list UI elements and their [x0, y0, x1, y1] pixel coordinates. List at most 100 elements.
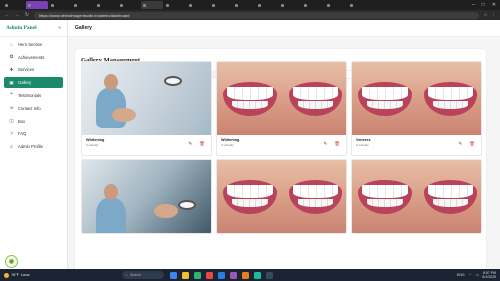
browser-tab[interactable]: [49, 1, 71, 9]
sidebar-item-achievements[interactable]: ✪ Achievements: [4, 52, 63, 63]
image-icon: ▣: [9, 79, 14, 85]
favicon-icon: [51, 3, 54, 7]
sidebar-item-label: Testimonials: [18, 92, 42, 98]
favicon-icon: [28, 3, 31, 7]
gallery-item-card: Whitening 0 subsidy ✎ 🗑: [216, 61, 347, 156]
page-header-title: Gallery: [75, 25, 92, 31]
sidebar-item-hero-section[interactable]: ⌂ Hero Section: [4, 39, 63, 50]
favicon-icon: [235, 3, 238, 7]
bookmark-icon[interactable]: ☆: [483, 12, 487, 18]
sidebar-header: Admin Panel «: [0, 20, 67, 37]
favicon-icon: [189, 3, 192, 7]
system-tray: ENG ◠ ◁ 8:57 PM 6/1/2025: [457, 271, 496, 279]
windows-taskbar: 76°F Luna ⌕ Search ENG ◠ ◁ 8:57 PM 6/1/2…: [0, 269, 500, 281]
delete-icon[interactable]: 🗑: [334, 141, 340, 147]
favicon-icon: [97, 3, 100, 7]
maximize-icon[interactable]: □: [482, 2, 485, 8]
chrome-icon[interactable]: [206, 271, 213, 279]
sidebar-item-contact-info[interactable]: ☏ Contact Info: [4, 103, 63, 114]
smile-image: [352, 62, 481, 135]
sidebar-item-label: Services: [18, 67, 35, 73]
services-icon: ✚: [9, 66, 14, 72]
edit-icon[interactable]: ✎: [324, 141, 328, 147]
award-icon: ✪: [9, 54, 14, 60]
browser-tab[interactable]: [26, 1, 48, 9]
minimize-icon[interactable]: –: [472, 2, 475, 8]
gallery-item-card: Veneers 0 subsidy ✎ 🗑: [351, 61, 482, 156]
browser-tab[interactable]: [256, 1, 278, 9]
app-icon[interactable]: [254, 271, 261, 279]
browser-tab[interactable]: [302, 1, 324, 9]
reload-icon[interactable]: ↻: [24, 12, 30, 18]
sidebar-item-services[interactable]: ✚ Services: [4, 64, 63, 75]
sidebar-item-gallery[interactable]: ▣ Gallery: [4, 77, 63, 89]
browser-tab[interactable]: [3, 1, 25, 9]
question-icon: ?: [10, 131, 13, 137]
sidebar-item-testimonials[interactable]: ❝ Testimonials: [4, 90, 63, 101]
home-icon: ⌂: [10, 41, 13, 47]
clock-date: 6/1/2025: [482, 275, 496, 279]
browser-tab[interactable]: [118, 1, 140, 9]
comment-icon: ❝: [10, 92, 13, 98]
vscode-icon[interactable]: [218, 271, 225, 279]
language-indicator[interactable]: ENG: [457, 273, 465, 277]
taskbar-search[interactable]: ⌕ Search: [122, 271, 164, 279]
weather-widget[interactable]: 76°F Luna: [4, 272, 64, 278]
browser-tab[interactable]: [325, 1, 347, 9]
app-icon[interactable]: [266, 271, 273, 279]
favicon-icon: [258, 3, 261, 7]
smile-image: [217, 160, 346, 233]
main-content: Gallery Management Categories/Tabs Galle…: [68, 37, 500, 269]
url-field[interactable]: https://www.dentalmagentsuite.in/admin/d…: [34, 11, 480, 19]
browser-tab[interactable]: [164, 1, 186, 9]
app-icon[interactable]: [230, 271, 237, 279]
close-icon[interactable]: ✕: [492, 2, 496, 8]
edit-icon[interactable]: ✎: [189, 141, 193, 147]
gallery-item-actions: ✎ 🗑: [459, 141, 476, 147]
dentist-image: [82, 62, 211, 135]
sidebar-item-label: FAQ: [18, 131, 27, 137]
gallery-item-card: [81, 159, 212, 234]
phone-icon: ☏: [9, 105, 15, 111]
clock[interactable]: 8:57 PM 6/1/2025: [482, 271, 496, 279]
volume-icon[interactable]: ◁: [476, 273, 479, 277]
weather-sun-icon: [4, 272, 9, 278]
browser-tab[interactable]: [187, 1, 209, 9]
browser-tab[interactable]: [72, 1, 94, 9]
gallery-item-caption: Whitening 0 subsidy ✎ 🗑: [82, 135, 211, 155]
sidebar-item-box[interactable]: ◫ Box: [4, 116, 63, 127]
gallery-item-actions: ✎ 🗑: [189, 141, 206, 147]
back-icon[interactable]: ←: [4, 12, 10, 18]
taskbar-apps: [170, 271, 273, 279]
search-icon: ⌕: [126, 273, 128, 277]
sidebar-item-label: Contact Info: [18, 105, 41, 111]
extensions-icon[interactable]: ⋮: [492, 12, 497, 18]
favicon-icon: [212, 3, 215, 7]
favicon-icon: [350, 3, 353, 7]
store-icon[interactable]: [194, 271, 201, 279]
taskbar-search-label: Search: [129, 273, 142, 277]
admin-sidebar: Admin Panel « ⌂ Hero Section ✪ Achievements…: [0, 20, 68, 269]
browser-tab[interactable]: [95, 1, 117, 9]
browser-tab[interactable]: [233, 1, 255, 9]
window-controls: – □ ✕: [472, 2, 500, 8]
favicon-icon: [143, 3, 146, 7]
weather-text: Luna: [21, 273, 30, 277]
edit-icon[interactable]: ✎: [459, 141, 463, 147]
browser-tab[interactable]: [141, 1, 163, 9]
collapse-sidebar-icon[interactable]: «: [58, 25, 61, 31]
app-icon[interactable]: [242, 271, 249, 279]
sidebar-item-faq[interactable]: ? FAQ: [4, 128, 63, 139]
wifi-icon[interactable]: ◠: [469, 273, 472, 277]
forward-icon[interactable]: →: [14, 12, 20, 18]
taskview-icon[interactable]: [170, 271, 177, 279]
sidebar-item-label: Achievements: [18, 54, 45, 60]
browser-tab[interactable]: [210, 1, 232, 9]
sidebar-item-admin-profile[interactable]: ☺ Admin Profile: [4, 141, 63, 152]
browser-tab[interactable]: [279, 1, 301, 9]
file-explorer-icon[interactable]: [182, 271, 189, 279]
browser-tab[interactable]: [348, 1, 370, 9]
delete-icon[interactable]: 🗑: [469, 141, 475, 147]
delete-icon[interactable]: 🗑: [199, 141, 205, 147]
favicon-icon: [304, 3, 307, 7]
